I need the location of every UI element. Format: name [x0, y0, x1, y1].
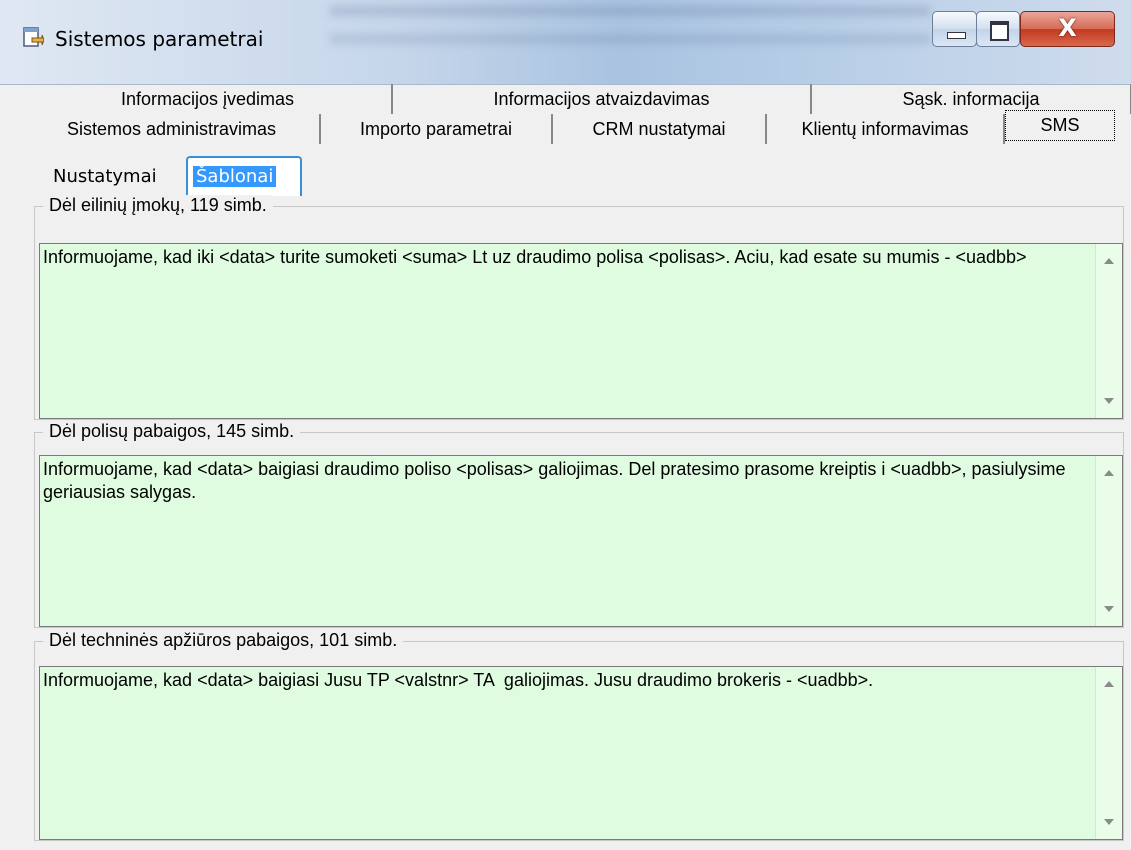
template-group-eiliniu-imoku: Dėl eilinių įmokų, 119 simb. Informuojam… [34, 195, 1124, 420]
template-group-polisu-pabaigos: Dėl polisų pabaigos, 145 simb. Informuoj… [34, 421, 1124, 628]
tab-label: Klientų informavimas [801, 118, 969, 139]
tab-sistemos-administravimas[interactable]: Sistemos administravimas [24, 114, 321, 144]
inner-tab-nustatymai[interactable]: Nustatymai [53, 166, 157, 187]
tab-informacijos-atvaizdavimas[interactable]: Informacijos atvaizdavimas [393, 84, 812, 114]
template-text-area[interactable]: Informuojame, kad iki <data> turite sumo… [39, 243, 1123, 419]
app-window-icon [23, 27, 44, 47]
tab-row-2: Sistemos administravimas Importo paramet… [24, 110, 1131, 144]
group-label: Dėl techninės apžiūros pabaigos, 101 sim… [43, 630, 404, 651]
template-group-technines-apziuros: Dėl techninės apžiūros pabaigos, 101 sim… [34, 630, 1124, 841]
template-text[interactable]: Informuojame, kad <data> baigiasi draudi… [40, 456, 1104, 504]
close-button[interactable]: X [1020, 11, 1115, 47]
inner-tab-sablonai[interactable]: Šablonai [186, 156, 302, 196]
template-text-area[interactable]: Informuojame, kad <data> baigiasi draudi… [39, 455, 1123, 627]
scroll-down-arrow-icon[interactable] [1104, 819, 1114, 825]
template-text-area[interactable]: Informuojame, kad <data> baigiasi Jusu T… [39, 666, 1123, 840]
scroll-down-arrow-icon[interactable] [1104, 606, 1114, 612]
tab-crm-nustatymai[interactable]: CRM nustatymai [553, 114, 767, 144]
window-title: Sistemos parametrai [55, 27, 264, 51]
tab-label: Importo parametrai [359, 118, 513, 139]
tab-label: Informacijos atvaizdavimas [493, 88, 710, 109]
tab-label: Informacijos įvedimas [120, 88, 295, 109]
vertical-scrollbar[interactable] [1095, 456, 1122, 626]
template-text[interactable]: Informuojame, kad iki <data> turite sumo… [40, 244, 1104, 269]
title-bar[interactable]: Sistemos parametrai X [0, 0, 1131, 85]
tab-informacijos-ivedimas[interactable]: Informacijos įvedimas [24, 84, 393, 114]
vertical-scrollbar[interactable] [1095, 667, 1122, 839]
title-bar-background-blur [330, 34, 930, 44]
tab-sms[interactable]: SMS [1005, 110, 1115, 141]
maximize-icon [990, 21, 1009, 41]
inner-tab-label: Šablonai [193, 166, 277, 187]
scroll-up-arrow-icon[interactable] [1104, 470, 1114, 476]
template-text[interactable]: Informuojame, kad <data> baigiasi Jusu T… [40, 667, 1104, 692]
minimize-button[interactable] [932, 11, 977, 47]
tab-label: Sąsk. informacija [902, 88, 1040, 109]
scroll-up-arrow-icon[interactable] [1104, 258, 1114, 264]
scroll-down-arrow-icon[interactable] [1104, 398, 1114, 404]
tab-label: SMS [1040, 115, 1080, 135]
tab-klientu-informavimas[interactable]: Klientų informavimas [767, 114, 1005, 144]
minimize-icon [947, 32, 966, 39]
tab-label: Sistemos administravimas [66, 118, 277, 139]
scroll-up-arrow-icon[interactable] [1104, 681, 1114, 687]
close-icon: X [1058, 14, 1077, 42]
tab-importo-parametrai[interactable]: Importo parametrai [321, 114, 553, 144]
group-label: Dėl polisų pabaigos, 145 simb. [43, 421, 301, 442]
title-bar-background-blur [330, 6, 930, 16]
tab-label: CRM nustatymai [592, 118, 726, 139]
settings-window: Sistemos parametrai X Informacijos įvedi… [0, 0, 1131, 850]
maximize-button[interactable] [976, 11, 1020, 47]
group-label: Dėl eilinių įmokų, 119 simb. [43, 195, 273, 216]
vertical-scrollbar[interactable] [1095, 244, 1122, 418]
tab-row-1: Informacijos įvedimas Informacijos atvai… [24, 84, 1131, 114]
